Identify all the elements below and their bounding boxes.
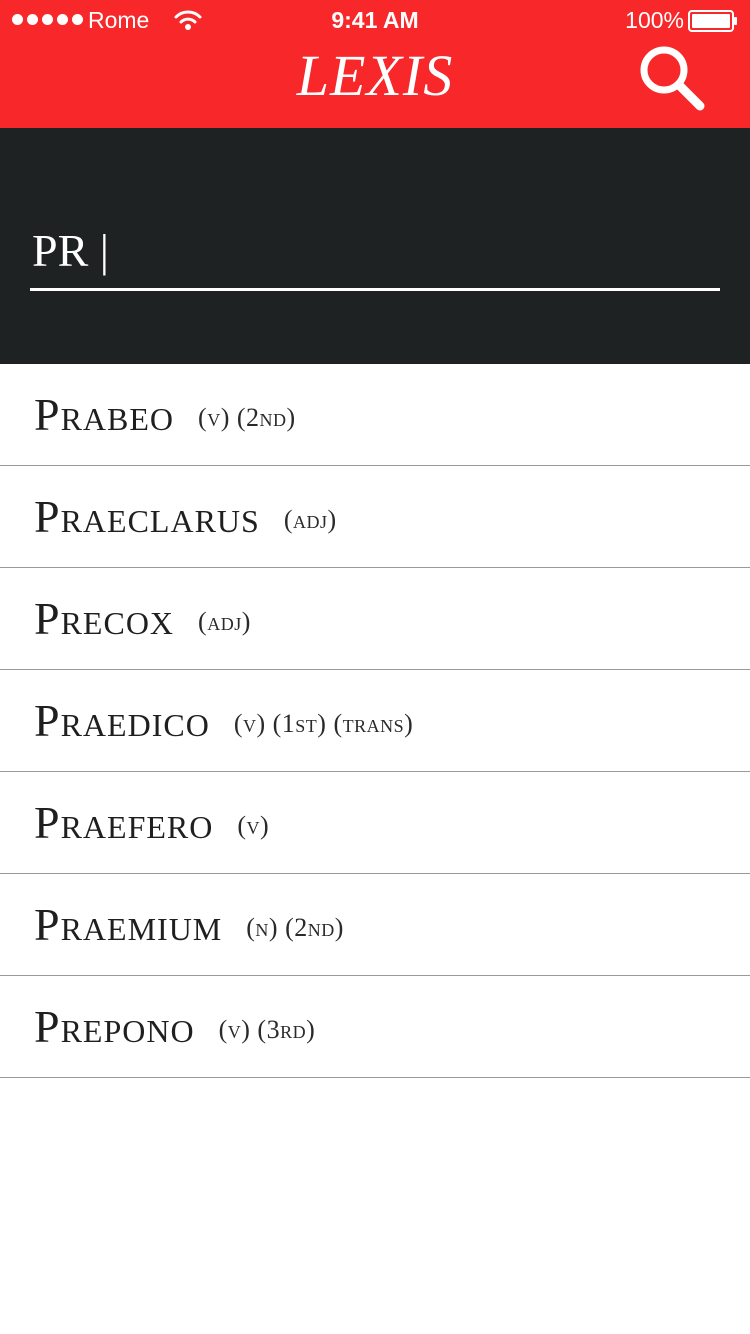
grammar-label: (n) (2nd): [246, 912, 344, 942]
list-item[interactable]: Precox (adj): [0, 568, 750, 670]
grammar-label: (v): [237, 810, 270, 840]
grammar-label: (v) (3rd): [218, 1014, 316, 1044]
search-input[interactable]: [30, 213, 720, 291]
list-item[interactable]: Praefero (v): [0, 772, 750, 874]
list-item[interactable]: Praedico (v) (1st) (trans): [0, 670, 750, 772]
app-header: Rome 9:41 AM 100% LEXIS: [0, 0, 750, 128]
grammar-label: (adj): [283, 504, 337, 534]
word-label: Prabeo: [34, 389, 175, 440]
grammar-label: (v) (2nd): [198, 402, 296, 432]
grammar-label: (v) (1st) (trans): [233, 708, 414, 738]
word-label: Praeclarus: [34, 491, 260, 542]
search-panel: [0, 128, 750, 364]
battery-percentage: 100%: [625, 7, 684, 33]
battery-icon: [688, 10, 737, 32]
word-label: Praefero: [34, 797, 214, 848]
list-item[interactable]: Praeclarus (adj): [0, 466, 750, 568]
list-item[interactable]: Praemium (n) (2nd): [0, 874, 750, 976]
word-label: Prepono: [34, 1001, 195, 1052]
grammar-label: (adj): [198, 606, 251, 636]
word-label: Praemium: [34, 899, 223, 950]
results-list: Prabeo (v) (2nd) Praeclarus (adj) Precox…: [0, 364, 750, 1078]
list-item[interactable]: Prabeo (v) (2nd): [0, 364, 750, 466]
word-label: Praedico: [34, 695, 210, 746]
search-icon[interactable]: [636, 42, 708, 114]
list-item[interactable]: Prepono (v) (3rd): [0, 976, 750, 1078]
status-bar: Rome 9:41 AM 100%: [0, 0, 750, 40]
word-label: Precox: [34, 593, 175, 644]
